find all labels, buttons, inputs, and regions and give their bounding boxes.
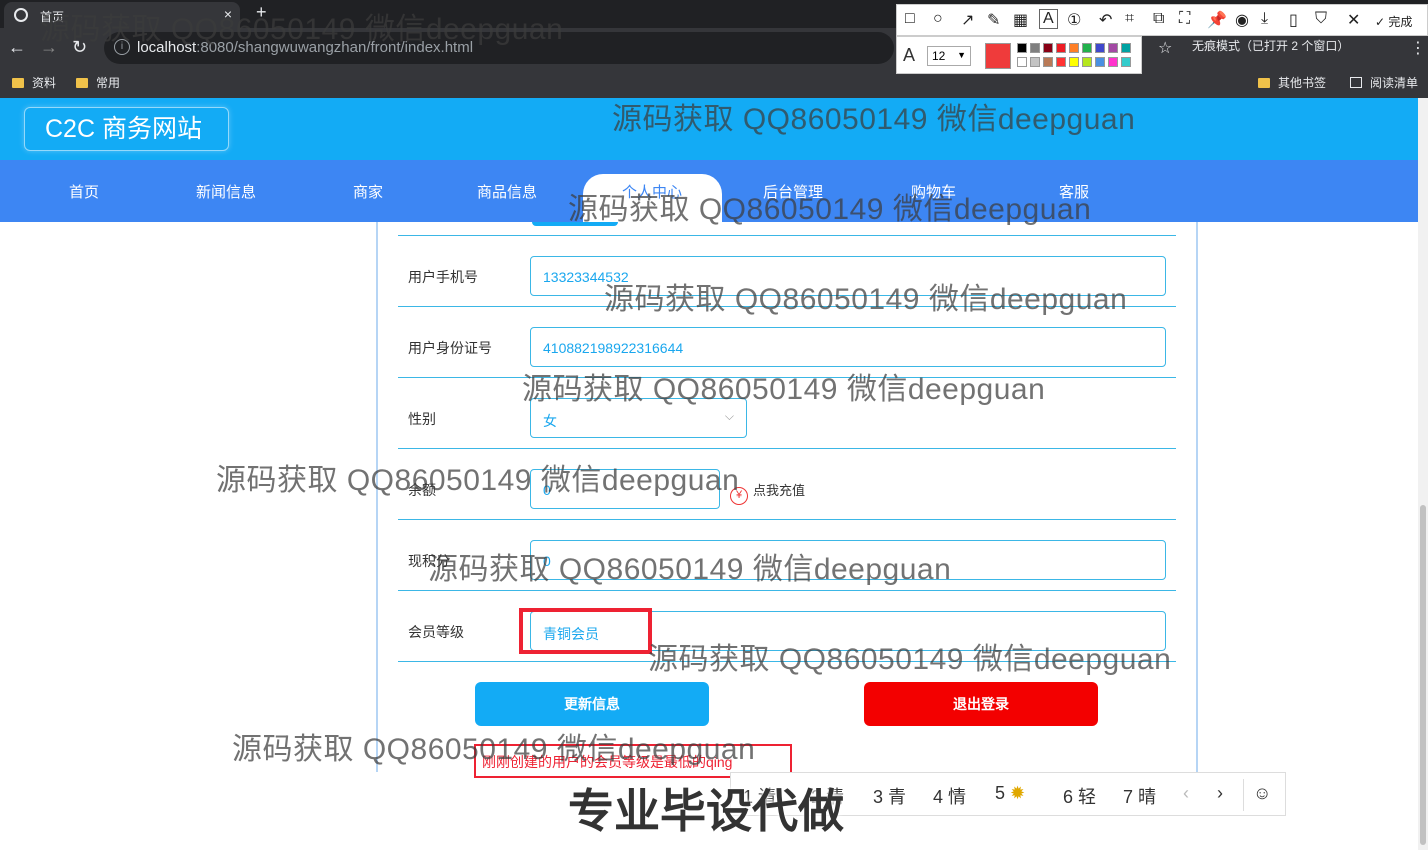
rectangle-tool-icon[interactable]: □ bbox=[905, 10, 915, 28]
update-info-button[interactable]: 更新信息 bbox=[475, 682, 709, 726]
folder-icon bbox=[1258, 78, 1270, 88]
selected-color-swatch[interactable] bbox=[985, 43, 1011, 69]
phone-icon[interactable]: ▯ bbox=[1289, 10, 1298, 30]
watermark: 源码获取 QQ86050149 微信deepguan bbox=[612, 103, 1136, 136]
color-swatch[interactable] bbox=[1043, 43, 1053, 53]
color-swatch[interactable] bbox=[1108, 57, 1118, 67]
color-swatch[interactable] bbox=[1121, 57, 1131, 67]
caret-down-icon: ▼ bbox=[957, 50, 966, 60]
font-size-select[interactable]: 12 ▼ bbox=[927, 46, 971, 66]
globe-icon bbox=[14, 8, 28, 22]
pen-tool-icon[interactable]: ✎ bbox=[987, 10, 1000, 30]
done-button[interactable]: ✓ 完成 bbox=[1375, 13, 1412, 30]
bookmark-icon[interactable]: ⛉ bbox=[1315, 10, 1327, 28]
watermark: 源码获取 QQ86050149 微信deepguan bbox=[648, 643, 1172, 676]
ocr-icon[interactable]: ⛶ bbox=[1179, 10, 1190, 28]
color-swatch[interactable] bbox=[1030, 43, 1040, 53]
watermark: 源码获取 QQ86050149 微信deepguan bbox=[216, 464, 740, 497]
watermark: 源码获取 QQ86050149 微信deepguan bbox=[604, 283, 1128, 316]
incognito-indicator[interactable]: 无痕模式（已打开 2 个窗口） bbox=[1192, 37, 1349, 54]
row-divider bbox=[398, 235, 1176, 236]
download-icon[interactable]: ⤓ bbox=[1261, 10, 1268, 28]
close-icon[interactable]: ✕ bbox=[1347, 10, 1360, 30]
color-swatch[interactable] bbox=[1043, 57, 1053, 67]
folder-icon bbox=[76, 78, 88, 88]
member-level-label: 会员等级 bbox=[408, 624, 464, 640]
watermark-big: 专业毕设代做 bbox=[568, 785, 844, 837]
color-swatch[interactable] bbox=[1095, 57, 1105, 67]
reading-list-icon bbox=[1350, 77, 1362, 88]
annotation-highlight-box bbox=[519, 608, 652, 654]
number-tool-icon[interactable]: ① bbox=[1067, 10, 1081, 30]
ime-candidate-3[interactable]: 3 青 bbox=[873, 783, 906, 809]
gender-label: 性别 bbox=[408, 411, 436, 427]
color-swatch[interactable] bbox=[1095, 43, 1105, 53]
nav-merchants[interactable]: 商家 bbox=[353, 181, 383, 202]
phone-label: 用户手机号 bbox=[408, 269, 478, 285]
nav-news[interactable]: 新闻信息 bbox=[196, 181, 256, 202]
chevron-down-icon: ⌵ bbox=[724, 409, 734, 423]
logout-button[interactable]: 退出登录 bbox=[864, 682, 1098, 726]
id-number-input[interactable]: 410882198922316644 bbox=[530, 327, 1166, 367]
font-icon: A bbox=[903, 45, 916, 65]
undo-icon[interactable]: ↶ bbox=[1099, 10, 1112, 30]
emoji-icon[interactable]: ☺ bbox=[1253, 783, 1271, 804]
color-swatch[interactable] bbox=[1056, 43, 1066, 53]
menu-dots-icon[interactable]: ⋮ bbox=[1410, 38, 1426, 58]
watermark: 源码获取 QQ86050149 微信deepguan bbox=[568, 193, 1092, 226]
color-swatch[interactable] bbox=[1017, 57, 1027, 67]
screenshot-toolbar: □ ○ ↗ ✎ ▦ A ① ↶ ⌗ ⧉ ⛶ 📌 ◉ ⤓ ▯ ⛉ ✕ ✓ 完成 bbox=[896, 4, 1428, 36]
nav-products[interactable]: 商品信息 bbox=[477, 181, 537, 202]
ime-divider bbox=[1243, 779, 1244, 811]
watermark: 源码获取 QQ86050149 微信deepguan bbox=[522, 373, 1046, 406]
folder-icon bbox=[12, 78, 24, 88]
color-swatch[interactable] bbox=[1082, 57, 1092, 67]
bookmark-star-icon[interactable]: ☆ bbox=[1158, 38, 1172, 58]
ime-next-icon[interactable]: › bbox=[1217, 783, 1223, 804]
sun-emoji-icon: ✹ bbox=[1010, 783, 1026, 803]
bookmark-other[interactable]: 其他书签 bbox=[1258, 74, 1326, 91]
translate-icon[interactable]: ⧉ bbox=[1153, 10, 1164, 28]
color-swatch[interactable] bbox=[1056, 57, 1066, 67]
site-logo[interactable]: C2C 商务网站 bbox=[24, 107, 229, 151]
bookmark-folder-ziliao[interactable]: 资料 bbox=[12, 74, 56, 91]
nav-home[interactable]: 首页 bbox=[69, 181, 99, 202]
arrow-tool-icon[interactable]: ↗ bbox=[961, 10, 974, 30]
record-icon[interactable]: ◉ bbox=[1235, 10, 1249, 30]
mosaic-tool-icon[interactable]: ▦ bbox=[1013, 10, 1028, 30]
color-swatch[interactable] bbox=[1121, 43, 1131, 53]
row-divider bbox=[398, 448, 1176, 449]
scrollbar-thumb[interactable] bbox=[1420, 505, 1426, 845]
recharge-link[interactable]: ¥ 点我充值 bbox=[730, 480, 805, 505]
watermark: 源码获取 QQ86050149 微信deepguan bbox=[232, 733, 756, 766]
pin-icon[interactable]: 📌 bbox=[1207, 10, 1227, 30]
reading-list[interactable]: 阅读清单 bbox=[1350, 74, 1418, 91]
crop-tool-icon[interactable]: ⌗ bbox=[1125, 10, 1134, 28]
color-swatch[interactable] bbox=[1030, 57, 1040, 67]
ellipse-tool-icon[interactable]: ○ bbox=[933, 10, 943, 28]
text-tool-icon[interactable]: A bbox=[1039, 9, 1058, 29]
ime-candidate-7[interactable]: 7 晴 bbox=[1123, 783, 1156, 809]
back-button[interactable]: ← bbox=[8, 36, 26, 58]
color-swatch[interactable] bbox=[1069, 57, 1079, 67]
color-swatch[interactable] bbox=[1108, 43, 1118, 53]
color-swatch[interactable] bbox=[1069, 43, 1079, 53]
bookmark-folder-changyong[interactable]: 常用 bbox=[76, 74, 120, 91]
ime-candidate-4[interactable]: 4 情 bbox=[933, 783, 966, 809]
row-divider bbox=[398, 519, 1176, 520]
watermark: 源码获取 QQ86050149 微信deepguan bbox=[428, 553, 952, 586]
id-number-label: 用户身份证号 bbox=[408, 340, 492, 356]
row-divider bbox=[398, 590, 1176, 591]
ime-candidate-6[interactable]: 6 轻 bbox=[1063, 783, 1096, 809]
ime-candidate-5[interactable]: 5 ✹ bbox=[995, 783, 1025, 804]
ime-prev-icon[interactable]: ‹ bbox=[1183, 783, 1189, 804]
color-swatch[interactable] bbox=[1082, 43, 1092, 53]
text-style-panel: A 12 ▼ bbox=[896, 36, 1142, 74]
color-swatch[interactable] bbox=[1017, 43, 1027, 53]
gender-value: 女 bbox=[543, 413, 557, 429]
watermark: 源码获取 QQ86050149 微信deepguan bbox=[40, 13, 564, 46]
